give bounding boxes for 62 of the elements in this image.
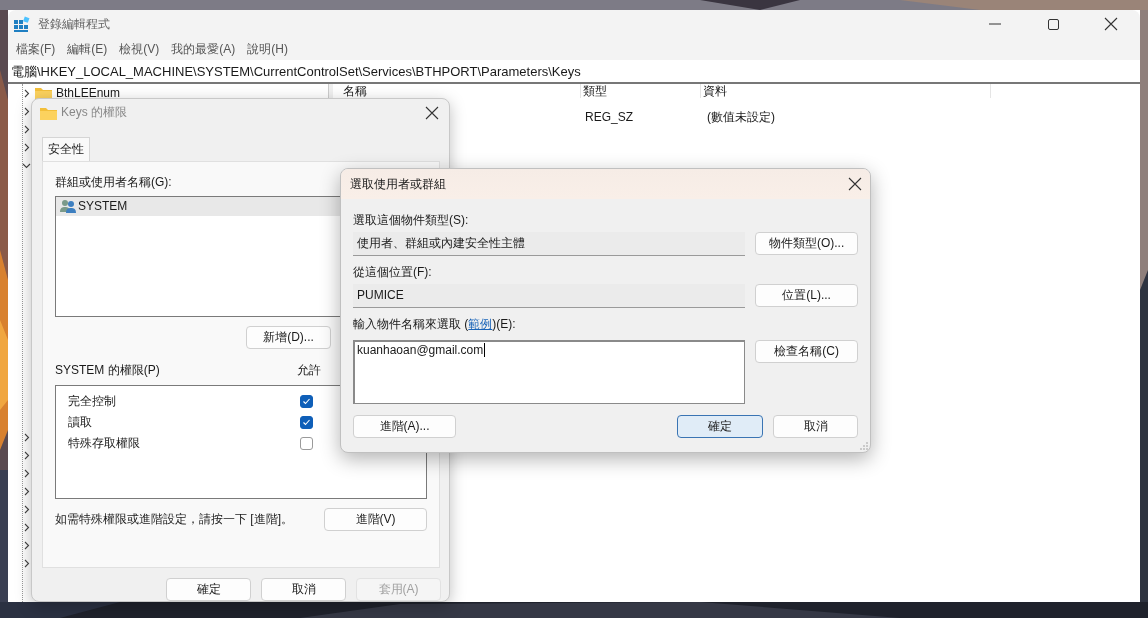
user-name: SYSTEM [78,199,128,214]
address-bar[interactable]: 電腦\HKEY_LOCAL_MACHINE\SYSTEM\CurrentControlSet\Services\BTHPORT\Parameters\Keys [8,60,1140,84]
checkbox[interactable] [300,394,313,408]
advanced-button[interactable]: 進階(A)... [353,415,456,438]
chevron-icon[interactable] [22,486,31,496]
close-icon[interactable] [1104,17,1118,31]
close-icon[interactable] [848,177,862,191]
field-label: SYSTEM 的權限(P) [55,362,161,380]
table-cell-text: (數值未設定) [706,108,776,126]
chevron-icon[interactable] [22,106,31,116]
location-field: PUMICE [353,284,746,308]
chevron-icon[interactable] [22,142,31,152]
column-header[interactable]: 類型 [581,84,701,98]
names-input[interactable]: kuanhaoan@gmail.com [353,340,746,404]
menu-item[interactable]: 檢視(V) [113,40,166,58]
chevron-icon[interactable] [22,88,31,98]
tree-item[interactable]: BthLEEnum [56,86,121,100]
menu-item[interactable]: 說明(H) [241,40,294,58]
menu-item[interactable]: 編輯(E) [61,40,114,58]
object-type-field: 使用者、群組或內建安全性主體 [353,232,746,256]
close-icon[interactable] [425,105,439,120]
hint-text: 如需特殊權限或進階設定，請按一下 [進階]。 [55,510,294,528]
check-names-button[interactable]: 檢查名稱(C) [755,340,858,363]
column-header: 允許 [297,362,321,380]
chevron-icon[interactable] [22,522,31,532]
dialog-title: 選取使用者或群組 [350,175,447,193]
field-label: 群組或使用者名稱(G): [55,173,172,191]
column-header[interactable]: 資料 [701,84,991,98]
chevron-icon[interactable] [22,540,31,550]
table-cell-text: REG_SZ [584,110,634,124]
chevron-icon[interactable] [22,124,31,134]
chevron-icon[interactable] [22,468,31,478]
chevron-icon[interactable] [22,558,31,568]
checkbox[interactable] [300,415,313,429]
advanced-button[interactable]: 進階(V) [324,507,427,531]
chevron-icon[interactable] [22,504,31,514]
users-icon [60,199,76,214]
dialog-button[interactable]: 確定 [166,578,251,601]
add-button[interactable]: 新增(D)... [246,325,331,349]
field-label: 從這個位置(F): [353,264,432,280]
locations-button[interactable]: 位置(L)... [755,284,858,307]
dialog-button[interactable]: 確定 [677,415,763,438]
examples-link[interactable]: 範例 [468,317,493,331]
maximize-icon[interactable] [1047,18,1059,30]
permission-name: 讀取 [68,413,93,431]
menu-item[interactable]: 我的最愛(A) [165,40,242,58]
chevron-icon[interactable] [22,450,31,460]
object-types-button[interactable]: 物件類型(O)... [755,232,858,255]
permission-name: 特殊存取權限 [68,434,141,452]
app-icon [14,16,30,32]
dialog-button[interactable]: 取消 [261,578,346,601]
folder-icon [40,105,57,120]
field-label: 輸入物件名稱來選取 (範例)(E): [353,316,516,332]
tab[interactable]: 安全性 [42,136,90,161]
resize-grip-icon[interactable] [860,442,868,450]
permission-name: 完全控制 [68,392,117,410]
dialog-button[interactable]: 取消 [773,415,858,438]
window-title: 登錄編輯程式 [38,15,110,33]
chevron-icon[interactable] [22,432,31,442]
menu-item[interactable]: 檔案(F) [10,40,62,58]
checkbox[interactable] [300,436,313,450]
dialog-title: Keys 的權限 [61,104,128,122]
